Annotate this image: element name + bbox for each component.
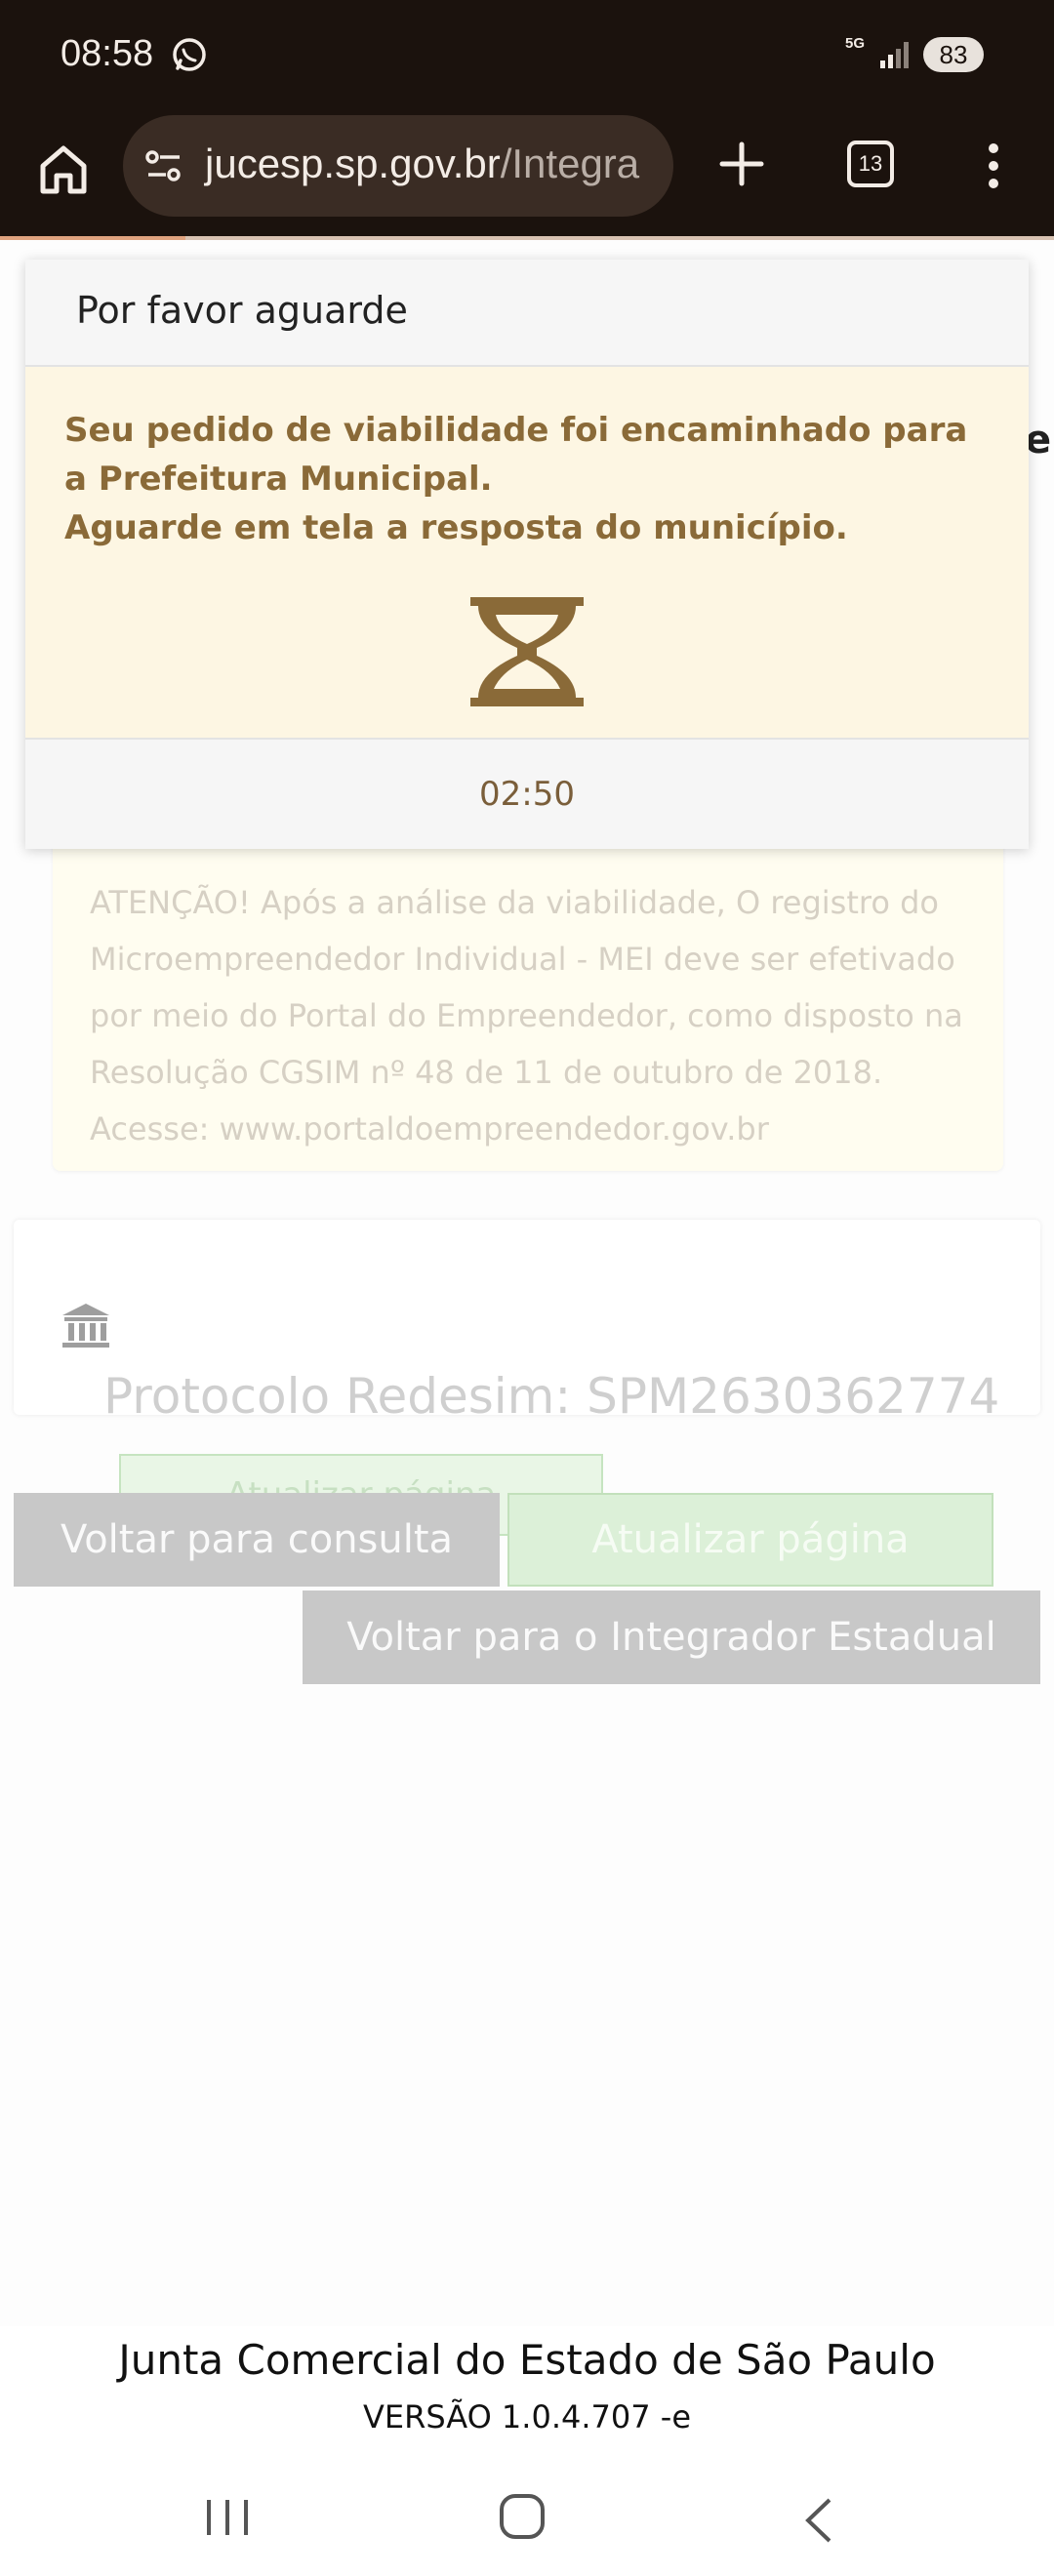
url-path: /Integra bbox=[500, 141, 640, 186]
mei-alert-text: ATENÇÃO! Após a análise da viabilidade, … bbox=[90, 884, 963, 1147]
status-time: 08:58 bbox=[61, 33, 154, 74]
recent-apps-icon[interactable] bbox=[201, 2496, 254, 2539]
url-text: jucesp.sp.gov.br/Integra bbox=[205, 141, 639, 187]
wait-dialog-title: Por favor aguarde bbox=[76, 289, 408, 332]
address-bar[interactable]: jucesp.sp.gov.br/Integra bbox=[123, 115, 673, 217]
site-footer: Junta Comercial do Estado de São Paulo V… bbox=[0, 2326, 1054, 2459]
wait-dialog-message: Seu pedido de viabilidade foi encaminhad… bbox=[64, 406, 1001, 552]
wait-dialog-header: Por favor aguarde bbox=[25, 260, 1029, 367]
wait-message-line1: Seu pedido de viabilidade foi encaminhad… bbox=[64, 411, 968, 499]
browser-toolbar: jucesp.sp.gov.br/Integra 13 bbox=[0, 109, 1054, 236]
home-icon[interactable] bbox=[29, 135, 98, 203]
network-5g-icon: 5G bbox=[845, 35, 866, 52]
footer-version: VERSÃO 1.0.4.707 -e bbox=[362, 2398, 691, 2435]
new-tab-icon[interactable] bbox=[712, 135, 771, 193]
back-icon[interactable] bbox=[798, 2496, 837, 2545]
bank-icon bbox=[62, 1304, 109, 1348]
site-settings-icon[interactable] bbox=[144, 148, 183, 183]
more-menu-icon[interactable] bbox=[976, 137, 1011, 195]
atualizar-pagina-button[interactable]: Atualizar página bbox=[507, 1493, 993, 1587]
wait-dialog-footer: 02:50 bbox=[25, 738, 1029, 849]
battery-indicator: 83 bbox=[923, 37, 984, 72]
voltar-consulta-button[interactable]: Voltar para consulta bbox=[14, 1493, 500, 1587]
system-home-icon[interactable] bbox=[498, 2492, 547, 2541]
footer-organization: Junta Comercial do Estado de São Paulo bbox=[118, 2336, 936, 2384]
tab-switcher-button[interactable]: 13 bbox=[847, 141, 894, 187]
whatsapp-icon bbox=[173, 38, 206, 71]
status-bar: 08:58 5G 83 bbox=[0, 0, 1054, 109]
wait-dialog: Por favor aguarde Seu pedido de viabilid… bbox=[25, 260, 1029, 849]
wait-message-line2: Aguarde em tela a resposta do município. bbox=[64, 508, 848, 547]
partial-heading: e bbox=[1025, 418, 1052, 463]
countdown-timer: 02:50 bbox=[479, 775, 575, 814]
protocolo-redesim: Protocolo Redesim: SPM2630362774 bbox=[103, 1368, 1000, 1425]
url-domain: jucesp.sp.gov.br bbox=[205, 141, 501, 186]
system-nav-bar bbox=[0, 2459, 1054, 2576]
signal-icon bbox=[880, 42, 909, 68]
wait-dialog-body: Seu pedido de viabilidade foi encaminhad… bbox=[25, 367, 1029, 738]
hourglass-icon bbox=[470, 597, 584, 706]
voltar-integrador-button[interactable]: Voltar para o Integrador Estadual bbox=[303, 1590, 1040, 1684]
